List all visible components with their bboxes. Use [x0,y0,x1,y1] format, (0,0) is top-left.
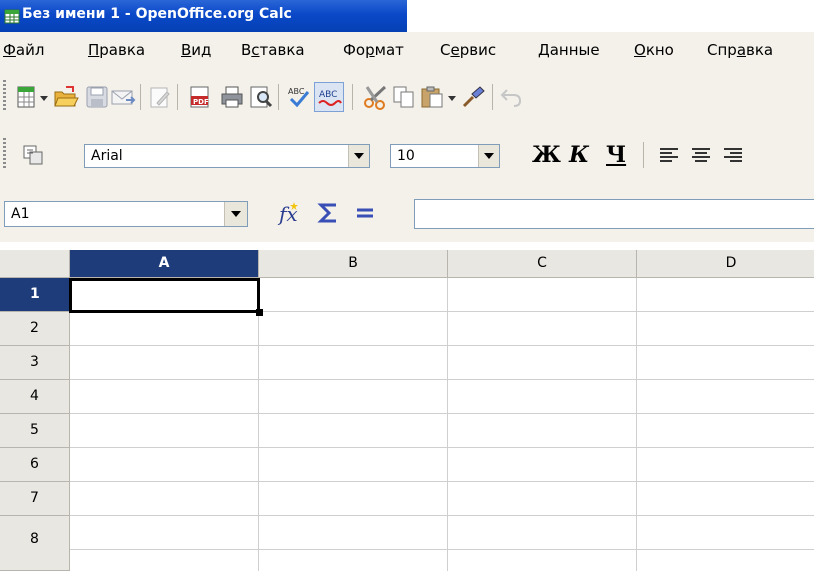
name-box[interactable]: A1 [4,201,248,227]
toolbar-separator [352,84,353,110]
row-header-6[interactable]: 6 [0,448,70,482]
save-icon[interactable] [84,84,110,110]
formula-input[interactable] [414,199,814,229]
auto-spellcheck-button[interactable]: ABC [314,82,344,112]
calc-app-icon [4,9,20,24]
font-name-dropdown-button[interactable] [348,145,369,167]
column-header-c[interactable]: C [448,250,637,278]
menu-edit[interactable]: Правка [88,41,145,59]
menu-window[interactable]: Окно [634,41,674,59]
menu-help[interactable]: Справка [707,41,773,59]
menu-data[interactable]: Данные [538,41,600,59]
menu-bar: Файл Правка Вид Вставка Формат Сервис Да… [0,32,814,69]
title-bar[interactable]: Без имени 1 - OpenOffice.org Calc [0,0,814,32]
toolbar-grip[interactable] [3,80,6,112]
column-header-b[interactable]: B [259,250,448,278]
font-size-combo[interactable]: 10 [390,144,500,168]
menu-file[interactable]: Файл [3,41,44,59]
formatting-toolbar: Arial 10 Ж К Ч [0,126,814,185]
align-right-icon[interactable] [720,142,746,168]
svg-text:ABC: ABC [319,90,337,100]
formula-bar: A1 fx [0,184,814,242]
spreadsheet-grid[interactable]: A B C D 1 2 3 4 5 6 7 8 [0,242,814,571]
equals-icon[interactable] [352,200,378,226]
align-left-icon[interactable] [656,142,682,168]
row-header-3[interactable]: 3 [0,346,70,380]
menu-tools[interactable]: Сервис [440,41,496,59]
underline-button[interactable]: Ч [606,142,626,168]
toolbar-separator [643,142,644,168]
menu-format[interactable]: Формат [343,41,404,59]
grid-line [70,379,814,380]
open-folder-icon[interactable] [53,84,79,110]
select-all-corner[interactable] [0,250,70,278]
row-header-8[interactable]: 8 [0,516,70,571]
column-header-a[interactable]: A [70,250,259,278]
standard-toolbar: PDF ABC ABC [0,68,814,126]
window-title: Без имени 1 - OpenOffice.org Calc [22,6,292,22]
paste-icon[interactable] [419,84,445,110]
undo-icon[interactable] [498,84,524,110]
row-header-4[interactable]: 4 [0,380,70,414]
font-size-value: 10 [397,148,415,164]
grid-line [70,413,814,414]
row-header-2[interactable]: 2 [0,312,70,346]
svg-text:ABC: ABC [288,87,305,96]
grid-line [636,278,637,571]
function-wizard-icon[interactable]: fx [276,200,302,226]
bold-button[interactable]: Ж [532,142,561,168]
grid-line [447,278,448,571]
font-name-value: Arial [91,148,123,164]
copy-icon[interactable] [391,84,417,110]
row-header-1[interactable]: 1 [0,278,70,312]
menu-view[interactable]: Вид [181,41,211,59]
svg-text:PDF: PDF [193,98,209,106]
name-box-value: A1 [11,206,30,222]
email-icon[interactable] [110,84,136,110]
italic-button[interactable]: К [569,142,589,168]
toolbar-separator [492,84,493,110]
row-header-7[interactable]: 7 [0,482,70,516]
grid-line [70,345,814,346]
name-box-dropdown-button[interactable] [224,202,247,226]
toolbar-separator [278,84,279,110]
cut-icon[interactable] [363,84,389,110]
grid-line [70,481,814,482]
column-header-d[interactable]: D [637,250,814,278]
fill-handle[interactable] [256,309,263,316]
toolbar-separator [140,84,141,110]
toolbar-grip[interactable] [3,138,6,170]
align-center-icon[interactable] [688,142,714,168]
edit-file-icon[interactable] [147,84,173,110]
grid-line [70,515,814,516]
grid-line [70,549,814,550]
active-cell-a1[interactable] [69,278,263,316]
chevron-down-icon[interactable] [446,84,458,110]
print-preview-icon[interactable] [248,84,274,110]
sum-icon[interactable] [316,200,342,226]
font-size-dropdown-button[interactable] [478,145,499,167]
chevron-down-icon[interactable] [38,84,50,110]
grid-line [70,447,814,448]
styles-formatting-icon[interactable] [20,142,46,168]
menu-insert[interactable]: Вставка [241,41,305,59]
auto-spellcheck-icon: ABC [318,90,342,106]
clone-formatting-icon[interactable] [460,84,486,110]
print-icon[interactable] [219,84,245,110]
toolbar-separator [177,84,178,110]
export-pdf-icon[interactable]: PDF [187,84,213,110]
spellcheck-icon[interactable]: ABC [286,84,312,110]
new-document-icon[interactable] [14,84,40,110]
row-header-5[interactable]: 5 [0,414,70,448]
font-name-combo[interactable]: Arial [84,144,370,168]
grid-line [258,278,259,571]
